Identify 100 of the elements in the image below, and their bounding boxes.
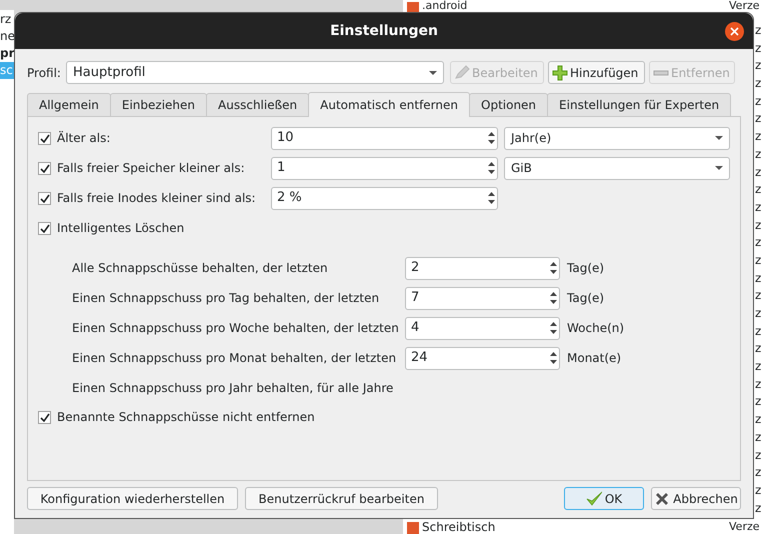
file-type: z (755, 376, 762, 393)
file-type: z (755, 128, 762, 146)
spin-arrows-icon (488, 191, 495, 205)
checkbox-label: Benannte Schnappschüsse nicht entfernen (57, 409, 315, 426)
pencil-icon (454, 64, 470, 80)
file-type: z (755, 110, 762, 128)
window-title: Einstellungen (330, 22, 438, 40)
toolbar-button[interactable]: Hinzufügen (548, 61, 645, 84)
check-icon (40, 164, 50, 172)
number-field[interactable]: 7 (405, 286, 560, 310)
dialog-button[interactable]: Abbrechen (651, 487, 741, 510)
dropdown-arrow-icon (715, 166, 723, 170)
field-label: Alle Schnappschüsse behalten, der letzten (72, 260, 329, 277)
file-name[interactable]: Schreibtisch (422, 520, 496, 534)
check-icon (40, 134, 50, 142)
file-type: z (755, 146, 762, 163)
file-type: z (755, 500, 762, 517)
check-icon (40, 194, 50, 202)
file-type: z (755, 482, 762, 499)
file-type: z (755, 464, 762, 482)
field-label: Einen Schnappschuss pro Monat behalten, der letzten (72, 350, 398, 367)
file-type: z (755, 57, 762, 74)
file-type: Verze (729, 520, 760, 534)
file-type: z (755, 446, 762, 464)
spin-arrows-icon (488, 131, 495, 145)
file-type: z (755, 393, 762, 410)
checkbox[interactable] (38, 162, 51, 174)
plus-icon (552, 64, 568, 80)
checkbox-label: Falls freier Speicher kleiner als: (57, 160, 245, 177)
number-field[interactable]: 1 (271, 156, 498, 180)
file-name[interactable]: .android (422, 0, 468, 12)
file-type: z (755, 40, 762, 57)
number-field[interactable]: 10 (271, 126, 498, 150)
spin-arrows-icon (550, 351, 557, 365)
file-type: z (755, 75, 762, 92)
number-field[interactable]: 2 (405, 256, 560, 280)
file-type: z (755, 198, 762, 216)
number-field[interactable]: 24 (405, 346, 560, 370)
dialog-button[interactable]: OK (564, 487, 644, 510)
file-type: z (755, 287, 762, 304)
file-type: z (755, 340, 762, 358)
unit-label: Tag(e) (567, 260, 604, 277)
list-item[interactable]: pr (0, 45, 14, 62)
field-label: Profil: (27, 64, 61, 82)
unit-dropdown[interactable]: Jahr(e) (504, 126, 730, 150)
unit-label: Monat(e) (567, 350, 622, 367)
dropdown-arrow-icon (715, 136, 723, 140)
unit-label: Woche(n) (567, 320, 624, 337)
spin-arrows-icon (488, 161, 495, 175)
number-field[interactable]: 2 % (271, 186, 498, 210)
checkbox[interactable] (38, 132, 51, 144)
list-item[interactable]: ne (0, 28, 14, 45)
unit-label: Tag(e) (567, 290, 604, 307)
tab[interactable]: Allgemein (27, 93, 111, 117)
checkbox-label: Intelligentes Löschen (57, 220, 184, 237)
tab[interactable]: Optionen (469, 93, 548, 117)
checkbox[interactable] (38, 192, 51, 204)
cross-icon (654, 490, 670, 506)
file-type: z (755, 358, 762, 376)
file-type: z (755, 252, 762, 269)
file-type: z (755, 216, 762, 234)
file-type: z (755, 411, 762, 428)
number-field[interactable]: 4 (405, 316, 560, 340)
tab[interactable]: Ausschließen (206, 93, 310, 117)
file-type: z (755, 305, 762, 322)
file-type: z (755, 322, 762, 340)
spin-arrows-icon (550, 291, 557, 305)
close-icon (730, 27, 739, 36)
field-label: Einen Schnappschuss pro Tag behalten, der letzten (72, 290, 380, 307)
checkbox[interactable] (38, 222, 51, 234)
tab[interactable]: Automatisch entfernen (308, 92, 470, 117)
file-type: z (755, 22, 762, 39)
file-type: z (755, 234, 762, 252)
action-button[interactable]: Konfiguration wiederherstellen (27, 487, 238, 510)
close-button[interactable] (725, 22, 744, 41)
file-type: z (755, 270, 762, 287)
file-type: z (755, 164, 762, 180)
spin-arrows-icon (550, 321, 557, 335)
spin-arrows-icon (550, 261, 557, 275)
dropdown-arrow-icon (428, 70, 437, 74)
checkbox-label: Falls freie Inodes kleiner sind als: (57, 190, 256, 207)
folder-icon (407, 520, 419, 534)
file-type: z (755, 428, 762, 446)
tab[interactable]: Einstellungen für Experten (547, 93, 732, 117)
field-label: Einen Schnappschuss pro Jahr behalten, für alle Jahre (72, 380, 394, 397)
checkbox-label: Älter als: (57, 130, 110, 147)
check-icon (40, 224, 50, 232)
file-type: z (755, 92, 762, 110)
profile-dropdown[interactable]: Hauptprofil (66, 61, 444, 84)
list-item[interactable]: rz (0, 11, 14, 28)
unit-dropdown[interactable]: GiB (504, 156, 730, 180)
check-icon (40, 412, 50, 422)
field-label: Einen Schnappschuss pro Woche behalten, der letzten (72, 320, 400, 337)
file-type: Verze (729, 0, 760, 12)
folder-icon (407, 0, 419, 12)
action-button[interactable]: Benutzerrückruf bearbeiten (245, 487, 438, 510)
tab[interactable]: Einbeziehen (110, 93, 208, 117)
checkbox[interactable] (38, 410, 51, 424)
file-type: z (755, 181, 762, 198)
check-icon (586, 490, 602, 506)
